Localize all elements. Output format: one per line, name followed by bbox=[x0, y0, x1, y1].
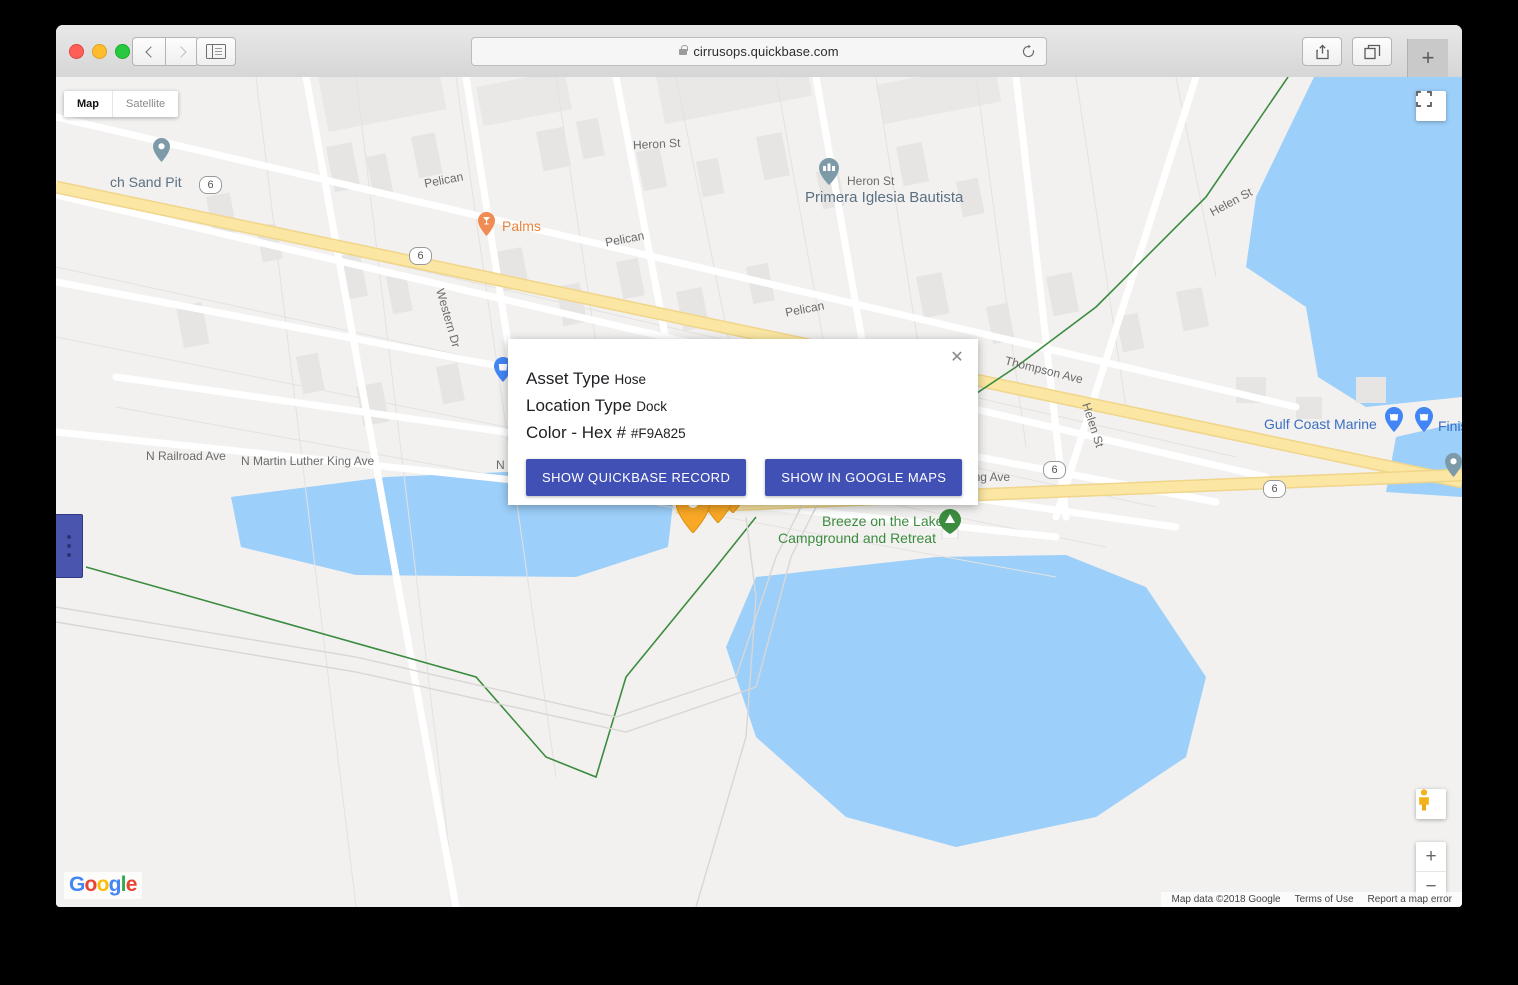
info-window: ✕ Asset Type Hose Location Type Dock Col… bbox=[508, 339, 978, 505]
sidebar-toggle-button[interactable] bbox=[196, 37, 236, 66]
fullscreen-button[interactable] bbox=[1416, 91, 1446, 121]
share-icon bbox=[1315, 43, 1329, 59]
terms-of-use-link[interactable]: Terms of Use bbox=[1295, 894, 1354, 905]
info-row-location-type: Location Type Dock bbox=[526, 396, 978, 416]
google-logo-e: e bbox=[125, 873, 138, 896]
map-attribution: Map data ©2018 Google Terms of Use Repor… bbox=[1161, 892, 1462, 907]
chevron-right-icon bbox=[174, 45, 187, 58]
highway-shield: 6 bbox=[1263, 480, 1286, 498]
asset-type-label: Asset Type bbox=[526, 369, 610, 388]
location-type-value: Dock bbox=[636, 399, 668, 414]
maximize-window-button[interactable] bbox=[115, 44, 130, 59]
google-logo-g2: g bbox=[108, 873, 122, 896]
color-hex-label: Color - Hex # bbox=[526, 423, 627, 442]
share-button[interactable] bbox=[1302, 37, 1342, 66]
map-type-toggle[interactable]: Map Satellite bbox=[64, 91, 179, 117]
back-button[interactable] bbox=[132, 37, 165, 66]
minimize-window-button[interactable] bbox=[92, 44, 107, 59]
info-window-buttons: SHOW QUICKBASE RECORD SHOW IN GOOGLE MAP… bbox=[526, 459, 978, 496]
google-logo-o1: o bbox=[84, 873, 98, 896]
map-data-text: Map data ©2018 Google bbox=[1171, 894, 1281, 905]
browser-window: cirrusops.quickbase.com + Heron St Pelic… bbox=[56, 25, 1462, 907]
info-row-color-hex: Color - Hex # #F9A825 bbox=[526, 423, 978, 443]
window-traffic-lights bbox=[69, 44, 130, 59]
reload-icon[interactable] bbox=[1021, 44, 1036, 59]
highway-shield: 6 bbox=[199, 176, 222, 194]
location-type-label: Location Type bbox=[526, 396, 632, 415]
sidebar-icon bbox=[206, 44, 226, 59]
url-text: cirrusops.quickbase.com bbox=[693, 44, 839, 59]
browser-titlebar: cirrusops.quickbase.com + bbox=[56, 25, 1462, 78]
color-hex-value: #F9A825 bbox=[630, 426, 686, 441]
chevron-left-icon bbox=[144, 45, 157, 58]
street-view-pegman-icon bbox=[1419, 789, 1429, 811]
forward-button[interactable] bbox=[165, 37, 199, 66]
more-options-icon bbox=[67, 544, 71, 548]
show-quickbase-record-button[interactable]: SHOW QUICKBASE RECORD bbox=[526, 459, 747, 496]
map-type-map[interactable]: Map bbox=[64, 91, 112, 117]
street-view-button[interactable] bbox=[1416, 789, 1446, 819]
highway-shield: 6 bbox=[409, 247, 432, 265]
close-window-button[interactable] bbox=[69, 44, 84, 59]
google-logo-g1: G bbox=[69, 873, 85, 896]
google-logo-o2: o bbox=[96, 873, 110, 896]
fullscreen-icon bbox=[1416, 91, 1432, 107]
address-bar[interactable]: cirrusops.quickbase.com bbox=[471, 37, 1047, 66]
more-options-icon bbox=[67, 535, 71, 539]
side-drawer-toggle[interactable] bbox=[56, 514, 83, 578]
google-logo: Google bbox=[64, 872, 142, 899]
report-map-error-link[interactable]: Report a map error bbox=[1368, 894, 1452, 905]
info-row-asset-type: Asset Type Hose bbox=[526, 369, 978, 389]
google-map[interactable]: Heron St Pelican Pelican Pelican Helen S… bbox=[56, 77, 1462, 907]
show-in-google-maps-button[interactable]: SHOW IN GOOGLE MAPS bbox=[765, 459, 963, 496]
navigation-buttons bbox=[132, 37, 199, 66]
toolbar-right-buttons bbox=[1302, 37, 1392, 66]
zoom-in-button[interactable]: + bbox=[1416, 842, 1446, 872]
highway-shield: 6 bbox=[1043, 461, 1066, 479]
lock-icon bbox=[679, 44, 688, 55]
close-icon[interactable]: ✕ bbox=[947, 347, 967, 367]
asset-type-value: Hose bbox=[614, 372, 647, 387]
show-all-tabs-button[interactable] bbox=[1352, 37, 1392, 66]
new-tab-button[interactable]: + bbox=[1407, 39, 1448, 77]
info-window-body: Asset Type Hose Location Type Dock Color… bbox=[508, 339, 978, 496]
more-options-icon bbox=[67, 553, 71, 557]
map-type-satellite[interactable]: Satellite bbox=[112, 91, 178, 117]
screen: cirrusops.quickbase.com + Heron St Pelic… bbox=[0, 0, 1518, 985]
tab-overview-icon bbox=[1363, 44, 1380, 59]
